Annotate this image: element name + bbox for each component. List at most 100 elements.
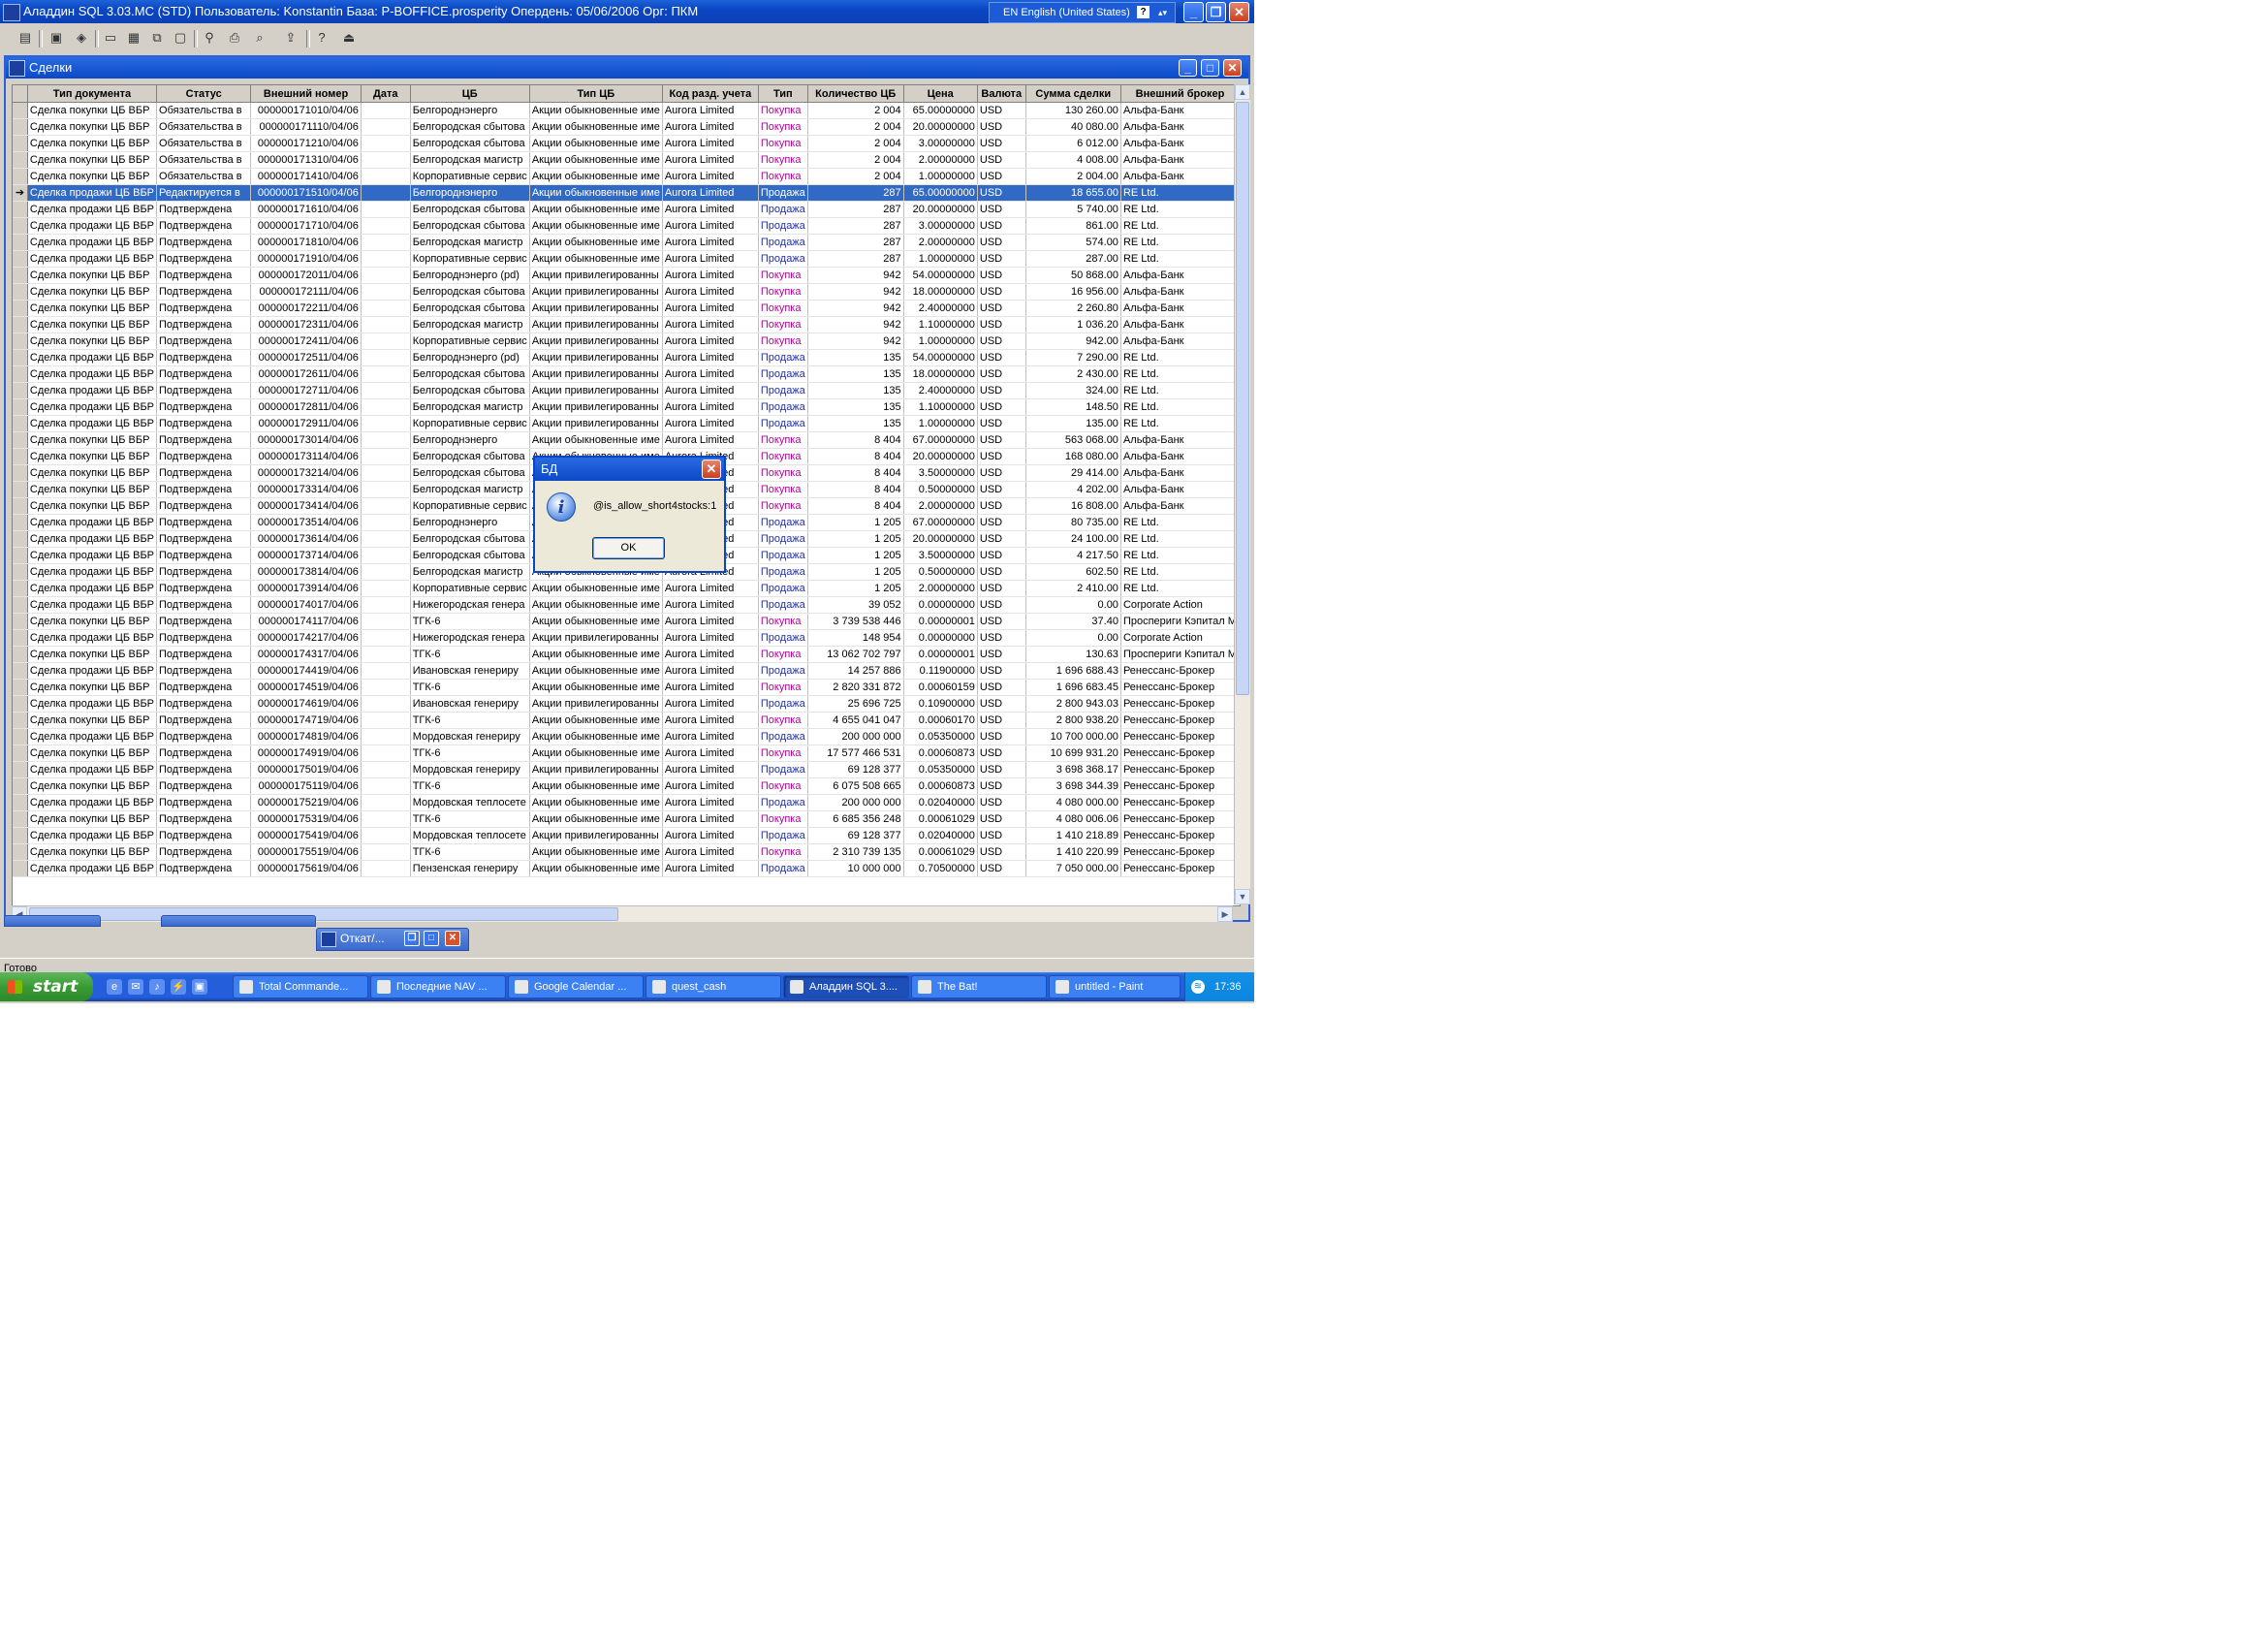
table-cell[interactable]: ТГК-6 xyxy=(410,712,530,729)
table-cell[interactable]: Сделка покупки ЦБ ВБР xyxy=(27,168,158,185)
table-cell[interactable]: Продажа xyxy=(758,860,808,877)
table-cell[interactable]: 2.40000000 xyxy=(903,300,978,317)
table-cell[interactable]: 29 414.00 xyxy=(1025,464,1121,482)
column-header[interactable]: Статус xyxy=(156,85,252,103)
table-cell[interactable]: 4 080 006.06 xyxy=(1025,810,1121,828)
column-header[interactable]: Внешний номер xyxy=(250,85,362,103)
table-row[interactable]: Сделка продажи ЦБ ВБР Подтверждена 0000001… xyxy=(13,761,1240,778)
table-cell[interactable]: Акции обыкновенные име xyxy=(529,745,663,762)
table-cell[interactable]: 135.00 xyxy=(1025,415,1121,432)
desktop-icon[interactable]: ▣ xyxy=(192,979,207,995)
table-cell[interactable]: Aurora Limited xyxy=(662,646,759,663)
table-cell[interactable]: Альфа-Банк xyxy=(1120,448,1240,465)
table-cell[interactable]: USD xyxy=(977,580,1026,597)
table-cell[interactable]: 0.00000001 xyxy=(903,613,978,630)
table-cell[interactable]: Сделка продажи ЦБ ВБР xyxy=(27,761,158,778)
table-cell[interactable]: Подтверждена xyxy=(156,662,252,680)
row-indicator[interactable] xyxy=(13,464,28,482)
media-icon[interactable]: ♪ xyxy=(149,979,165,995)
table-cell[interactable]: Альфа-Банк xyxy=(1120,431,1240,449)
table-cell[interactable]: Покупка xyxy=(758,777,808,795)
table-cell[interactable]: USD xyxy=(977,761,1026,778)
table-cell[interactable]: Сделка покупки ЦБ ВБР xyxy=(27,333,158,350)
table-cell[interactable]: Aurora Limited xyxy=(662,118,759,136)
table-cell[interactable]: 65.00000000 xyxy=(903,184,978,202)
table-cell[interactable]: Сделка покупки ЦБ ВБР xyxy=(27,712,158,729)
table-cell[interactable]: 000000172111/04/06 xyxy=(250,283,362,301)
table-cell[interactable]: 18.00000000 xyxy=(903,365,978,383)
table-cell[interactable]: 000000173914/04/06 xyxy=(250,580,362,597)
table-cell[interactable]: Сделка продажи ЦБ ВБР xyxy=(27,382,158,399)
row-indicator[interactable] xyxy=(13,349,28,366)
help-icon[interactable]: ? xyxy=(1137,6,1150,18)
table-cell[interactable]: Подтверждена xyxy=(156,333,252,350)
table-cell[interactable]: Сделка покупки ЦБ ВБР xyxy=(27,151,158,169)
table-cell[interactable]: 25 696 725 xyxy=(807,695,904,713)
table-cell[interactable]: Подтверждена xyxy=(156,250,252,268)
row-indicator[interactable] xyxy=(13,448,28,465)
table-cell[interactable] xyxy=(361,712,411,729)
table-cell[interactable]: 0.00060873 xyxy=(903,745,978,762)
table-cell[interactable]: Подтверждена xyxy=(156,415,252,432)
task-google-calendar[interactable]: Google Calendar ... xyxy=(508,975,644,998)
table-cell[interactable]: Акции привилегированны xyxy=(529,349,663,366)
cascade-icon[interactable]: ⧉ xyxy=(147,28,167,48)
table-cell[interactable]: 000000172911/04/06 xyxy=(250,415,362,432)
row-indicator[interactable] xyxy=(13,843,28,861)
table-cell[interactable] xyxy=(361,151,411,169)
table-cell[interactable]: 000000172611/04/06 xyxy=(250,365,362,383)
column-header[interactable]: Сумма сделки xyxy=(1025,85,1121,103)
table-row[interactable]: Сделка покупки ЦБ ВБР Обязательства в 0000… xyxy=(13,102,1240,119)
table-cell[interactable] xyxy=(361,777,411,795)
table-cell[interactable]: Обязательства в xyxy=(156,135,252,152)
restore-button[interactable]: ❐ xyxy=(1206,2,1226,22)
table-cell[interactable]: 37.40 xyxy=(1025,613,1121,630)
table-cell[interactable] xyxy=(361,530,411,548)
table-cell[interactable]: Подтверждена xyxy=(156,514,252,531)
table-cell[interactable]: Продажа xyxy=(758,365,808,383)
table-cell[interactable]: 0.00000000 xyxy=(903,596,978,614)
table-cell[interactable]: Aurora Limited xyxy=(662,843,759,861)
column-header[interactable]: Цена xyxy=(903,85,978,103)
table-cell[interactable]: Покупка xyxy=(758,646,808,663)
table-cell[interactable]: USD xyxy=(977,431,1026,449)
table-cell[interactable]: 942 xyxy=(807,316,904,333)
table-cell[interactable]: USD xyxy=(977,464,1026,482)
table-cell[interactable]: Белгороднэнерго xyxy=(410,184,530,202)
table-cell[interactable]: Акции обыкновенные име xyxy=(529,151,663,169)
table-cell[interactable]: 602.50 xyxy=(1025,563,1121,581)
table-cell[interactable]: USD xyxy=(977,563,1026,581)
table-cell[interactable]: Сделка продажи ЦБ ВБР xyxy=(27,794,158,811)
table-row[interactable]: Сделка покупки ЦБ ВБР Подтверждена 0000001… xyxy=(13,810,1240,828)
table-cell[interactable]: Акции обыкновенные име xyxy=(529,777,663,795)
table-row[interactable]: Сделка покупки ЦБ ВБР Подтверждена 0000001… xyxy=(13,300,1240,317)
table-cell[interactable]: USD xyxy=(977,316,1026,333)
row-indicator[interactable] xyxy=(13,745,28,762)
table-cell[interactable]: 0.11900000 xyxy=(903,662,978,680)
table-cell[interactable]: 000000175219/04/06 xyxy=(250,794,362,811)
table-cell[interactable]: Сделка покупки ЦБ ВБР xyxy=(27,464,158,482)
table-cell[interactable]: Подтверждена xyxy=(156,794,252,811)
table-cell[interactable]: Подтверждена xyxy=(156,728,252,745)
open-icon[interactable]: ▣ xyxy=(47,28,66,48)
table-cell[interactable]: Подтверждена xyxy=(156,547,252,564)
table-cell[interactable]: USD xyxy=(977,250,1026,268)
table-cell[interactable]: USD xyxy=(977,613,1026,630)
table-cell[interactable]: Подтверждена xyxy=(156,860,252,877)
scroll-thumb[interactable] xyxy=(29,907,618,921)
table-cell[interactable]: 2.40000000 xyxy=(903,382,978,399)
table-cell[interactable]: 000000174217/04/06 xyxy=(250,629,362,647)
table-cell[interactable]: Покупка xyxy=(758,448,808,465)
table-cell[interactable]: 000000173814/04/06 xyxy=(250,563,362,581)
table-cell[interactable]: Акции обыкновенные име xyxy=(529,712,663,729)
table-cell[interactable]: 000000171510/04/06 xyxy=(250,184,362,202)
table-cell[interactable]: 1 410 220.99 xyxy=(1025,843,1121,861)
table-cell[interactable]: Подтверждена xyxy=(156,431,252,449)
table-cell[interactable] xyxy=(361,646,411,663)
table-cell[interactable]: Покупка xyxy=(758,102,808,119)
table-cell[interactable]: 000000173414/04/06 xyxy=(250,497,362,515)
table-cell[interactable]: 942 xyxy=(807,283,904,301)
table-row[interactable]: Сделка покупки ЦБ ВБР Подтверждена 0000001… xyxy=(13,646,1240,663)
table-row[interactable]: Сделка продажи ЦБ ВБР Подтверждена 0000001… xyxy=(13,250,1240,268)
app-launch-icon[interactable]: ⚡ xyxy=(171,979,186,995)
